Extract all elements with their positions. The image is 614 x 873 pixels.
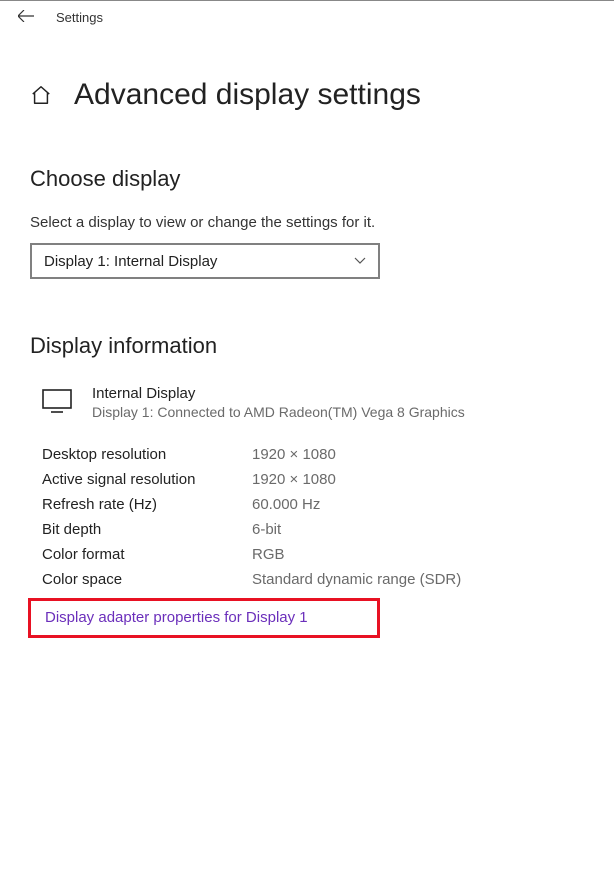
spec-label: Desktop resolution <box>42 446 252 463</box>
spec-value: Standard dynamic range (SDR) <box>252 571 461 588</box>
spec-row: Color spaceStandard dynamic range (SDR) <box>30 567 584 592</box>
spec-value: 1920 × 1080 <box>252 471 336 488</box>
spec-label: Active signal resolution <box>42 471 252 488</box>
titlebar: Settings <box>0 0 614 34</box>
display-name: Internal Display <box>92 385 465 402</box>
spec-row: Refresh rate (Hz)60.000 Hz <box>30 492 584 517</box>
display-adapter-properties-link[interactable]: Display adapter properties for Display 1 <box>45 609 308 626</box>
monitor-icon <box>42 389 72 411</box>
back-arrow-icon[interactable] <box>18 9 34 26</box>
chevron-down-icon <box>354 254 366 268</box>
spec-value: RGB <box>252 546 285 563</box>
dropdown-selected-value: Display 1: Internal Display <box>44 253 217 270</box>
spec-label: Color space <box>42 571 252 588</box>
spec-list: Desktop resolution1920 × 1080Active sign… <box>30 442 584 592</box>
spec-label: Color format <box>42 546 252 563</box>
spec-row: Bit depth6-bit <box>30 517 584 542</box>
spec-row: Active signal resolution1920 × 1080 <box>30 467 584 492</box>
spec-label: Refresh rate (Hz) <box>42 496 252 513</box>
spec-value: 1920 × 1080 <box>252 446 336 463</box>
page-header: Advanced display settings <box>0 34 614 132</box>
highlighted-link-box: Display adapter properties for Display 1 <box>28 598 380 638</box>
content-area: Choose display Select a display to view … <box>0 132 614 638</box>
spec-value: 60.000 Hz <box>252 496 320 513</box>
display-information-heading: Display information <box>30 333 584 359</box>
titlebar-label: Settings <box>56 10 103 25</box>
choose-display-heading: Choose display <box>30 166 584 192</box>
page-title: Advanced display settings <box>74 78 421 112</box>
home-icon[interactable] <box>30 84 52 106</box>
spec-label: Bit depth <box>42 521 252 538</box>
spec-value: 6-bit <box>252 521 281 538</box>
choose-display-description: Select a display to view or change the s… <box>30 214 584 231</box>
display-summary: Internal Display Display 1: Connected to… <box>42 385 584 420</box>
display-select-dropdown[interactable]: Display 1: Internal Display <box>30 243 380 279</box>
display-subtext: Display 1: Connected to AMD Radeon(TM) V… <box>92 404 465 420</box>
spec-row: Desktop resolution1920 × 1080 <box>30 442 584 467</box>
spec-row: Color formatRGB <box>30 542 584 567</box>
